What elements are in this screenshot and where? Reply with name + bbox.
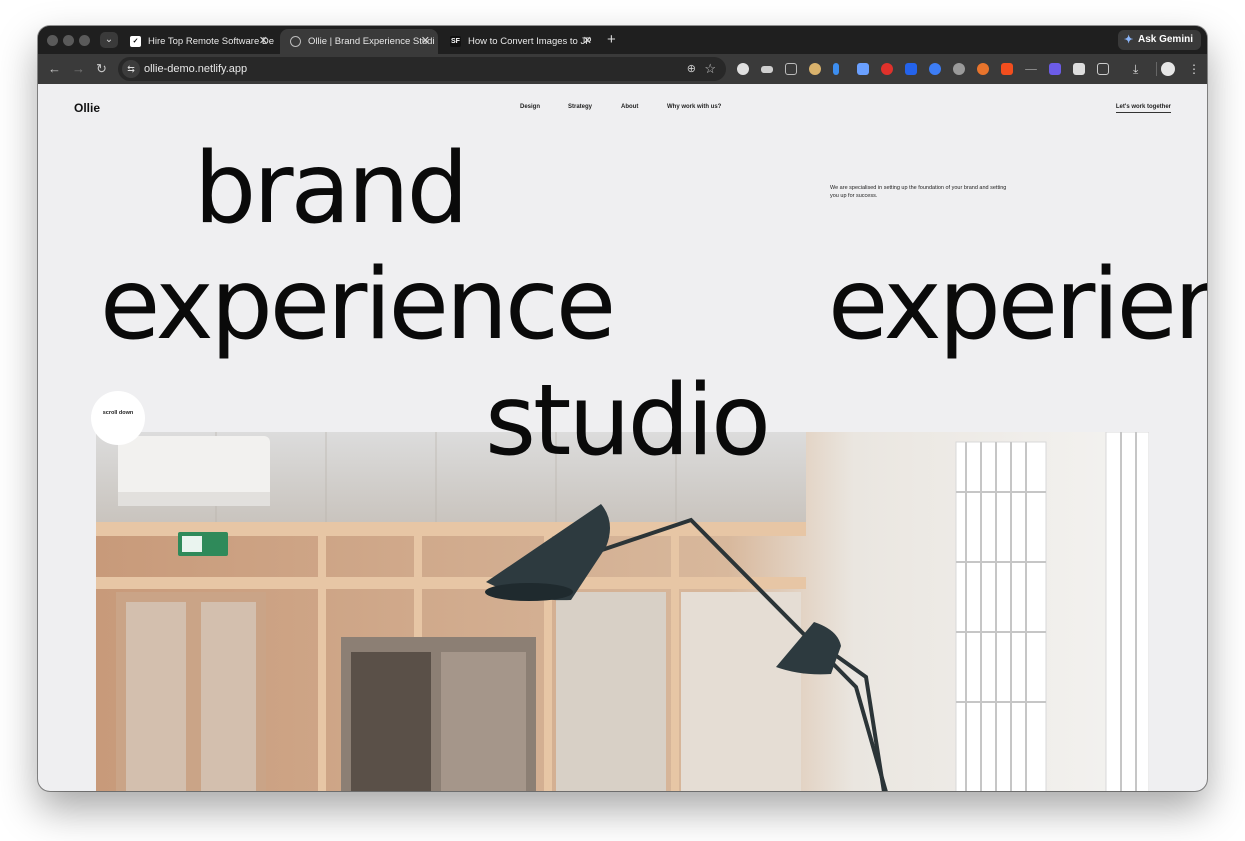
extension-10-icon[interactable] (1025, 69, 1037, 70)
shield-icon[interactable] (905, 63, 917, 75)
hero-word-experience: experience (100, 248, 616, 362)
tab-ollie[interactable]: Ollie | Brand Experience Studi ✕ (280, 29, 438, 54)
hero-tagline: We are specialised in setting up the fou… (830, 185, 1007, 199)
extension-4-icon[interactable] (833, 63, 839, 75)
ask-gemini-label: Ask Gemini (1137, 34, 1193, 45)
address-bar[interactable]: ⇆ ollie-demo.netlify.app ⊕ ☆ (118, 57, 726, 81)
browser-window: ⌄ ✓ Hire Top Remote Software De ✕ Ollie … (38, 26, 1207, 791)
extension-7-icon[interactable] (929, 63, 941, 75)
close-tab-icon[interactable]: ✕ (583, 29, 592, 54)
new-tab-button[interactable]: + (607, 30, 616, 50)
nav-link-why-work-with-us[interactable]: Why work with us? (667, 104, 721, 110)
figma-icon[interactable] (1001, 63, 1013, 75)
hero-word-experience-repeat: experien (828, 248, 1207, 362)
tab-title: How to Convert Images to JP (468, 36, 592, 47)
url-text[interactable]: ollie-demo.netlify.app (144, 57, 247, 81)
bookmark-star-icon[interactable]: ☆ (704, 57, 716, 81)
ask-gemini-button[interactable]: ✦ Ask Gemini (1117, 30, 1201, 50)
zoom-icon[interactable]: ⊕ (687, 57, 696, 81)
extension-9-icon[interactable] (977, 63, 989, 75)
extension-11-icon[interactable] (1049, 63, 1061, 75)
nav-link-about[interactable]: About (621, 104, 638, 110)
office-interior-image (96, 432, 1149, 791)
tab-hire-remote[interactable]: ✓ Hire Top Remote Software De ✕ (120, 29, 276, 54)
maximize-window-button[interactable] (79, 35, 90, 46)
extension-8-icon[interactable] (953, 63, 965, 75)
extension-3-icon[interactable] (809, 63, 821, 75)
check-badge-icon: ✓ (130, 36, 141, 47)
hero-photo (96, 432, 1149, 791)
tab-title: Ollie | Brand Experience Studi (308, 36, 435, 47)
tab-title: Hire Top Remote Software De (148, 36, 275, 47)
hero-word-studio: studio (485, 364, 771, 478)
back-arrow-icon[interactable]: ← (48, 60, 61, 78)
scroll-down-button[interactable]: scroll down (91, 391, 145, 445)
close-tab-icon[interactable]: ✕ (259, 29, 268, 54)
reader-mode-icon[interactable] (785, 63, 797, 75)
browser-toolbar: ← → ↻ ⇆ ollie-demo.netlify.app ⊕ ☆ ⤓ ⋮ (38, 54, 1207, 84)
site-settings-icon[interactable]: ⇆ (122, 60, 140, 78)
site-logo[interactable]: Ollie (74, 101, 100, 115)
sf-icon: SF (450, 36, 461, 47)
globe-icon (290, 36, 301, 47)
close-window-button[interactable] (47, 35, 58, 46)
gemini-sparkle-icon: ✦ (1123, 34, 1134, 46)
toolbar-divider (1156, 62, 1157, 76)
extension-2-icon[interactable] (761, 66, 773, 73)
extension-5-icon[interactable] (857, 63, 869, 75)
download-icon[interactable]: ⤓ (1133, 60, 1138, 78)
forward-arrow-icon[interactable]: → (72, 60, 85, 78)
more-menu-icon[interactable]: ⋮ (1188, 60, 1200, 78)
nav-link-design[interactable]: Design (520, 104, 540, 110)
extensions-puzzle-icon[interactable] (1097, 63, 1109, 75)
lets-work-together-link[interactable]: Let's work together (1115, 104, 1171, 113)
profile-avatar[interactable] (1161, 62, 1175, 76)
hero-word-brand: brand (194, 132, 469, 246)
tab-strip: ⌄ ✓ Hire Top Remote Software De ✕ Ollie … (38, 26, 1207, 54)
extension-6-icon[interactable] (881, 63, 893, 75)
nav-link-strategy[interactable]: Strategy (568, 104, 592, 110)
qr-code-icon[interactable] (1073, 63, 1085, 75)
reload-icon[interactable]: ↻ (96, 60, 107, 78)
close-tab-icon[interactable]: ✕ (421, 29, 430, 54)
tab-search-icon[interactable]: ⌄ (100, 32, 118, 48)
web-page: Ollie Design Strategy About Why work wit… (38, 84, 1207, 791)
minimize-window-button[interactable] (63, 35, 74, 46)
extension-1-icon[interactable] (737, 63, 749, 75)
tab-convert-images[interactable]: SF How to Convert Images to JP ✕ (440, 29, 600, 54)
